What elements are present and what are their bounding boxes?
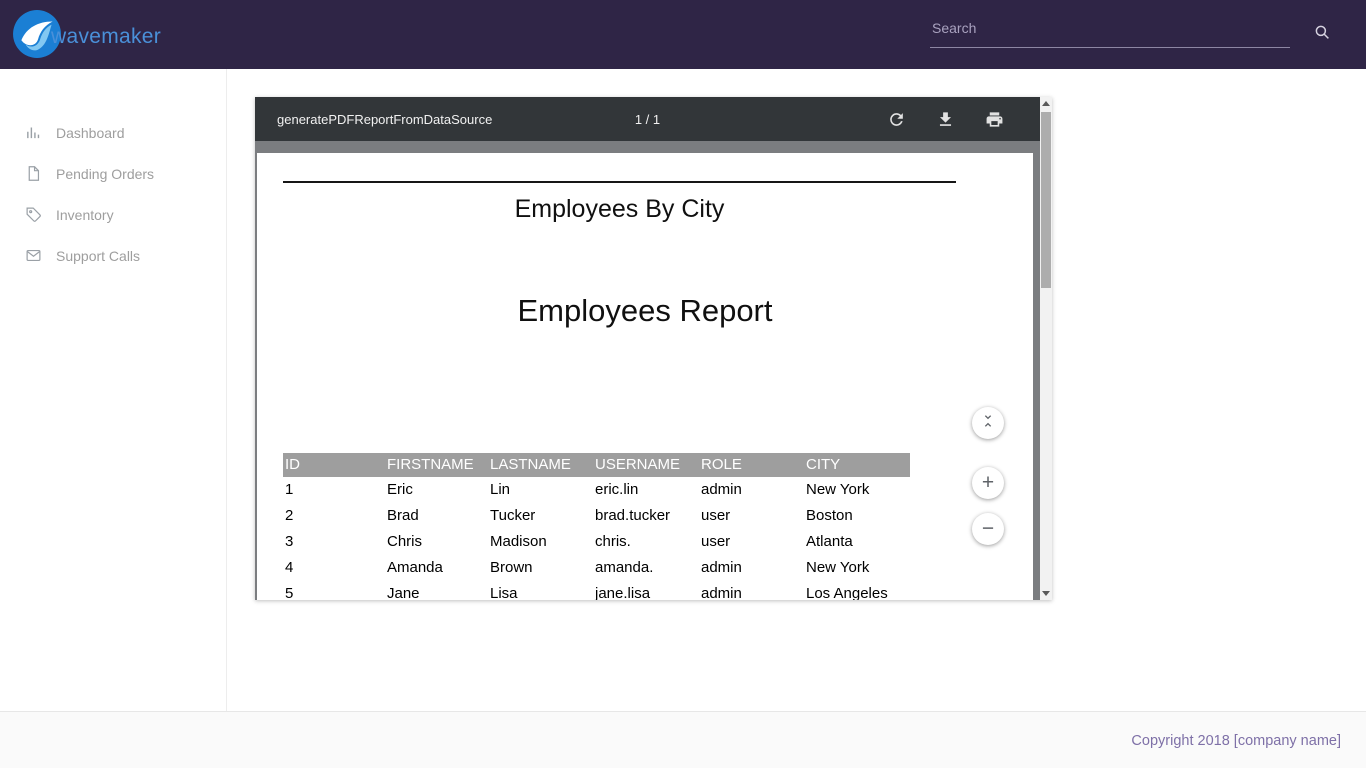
pdf-content-area: Employees By City Employees Report ID FI… (255, 141, 1040, 600)
tag-icon (25, 206, 42, 223)
app-window: wavemaker Dashboard (0, 0, 1366, 768)
sidebar-item-label: Inventory (56, 207, 114, 223)
fit-to-page-icon (980, 411, 996, 435)
document-icon (25, 165, 42, 182)
minus-icon: − (982, 517, 994, 541)
table-cell: Tucker (488, 503, 593, 529)
table-cell: Brad (385, 503, 488, 529)
table-cell: 3 (283, 529, 385, 555)
table-header-cell: ID (283, 453, 385, 477)
sidebar-menu: Dashboard Pending Orders Inventory (0, 112, 226, 276)
brand-name: wavemaker (51, 25, 161, 49)
search-field-wrap (930, 13, 1290, 48)
page-footer: Copyright 2018 [company name] (0, 711, 1366, 768)
pdf-toolbar-actions (887, 97, 1004, 141)
search-input[interactable] (930, 13, 1290, 48)
table-cell: user (699, 529, 804, 555)
table-header-cell: ROLE (699, 453, 804, 477)
sidebar-item-label: Pending Orders (56, 166, 154, 182)
sidebar-item-label: Support Calls (56, 248, 140, 264)
table-cell: admin (699, 477, 804, 503)
sidebar-item-dashboard[interactable]: Dashboard (0, 112, 226, 153)
zoom-out-button[interactable]: − (972, 513, 1004, 545)
table-header-cell: LASTNAME (488, 453, 593, 477)
pdf-page: Employees By City Employees Report ID FI… (257, 153, 1033, 600)
table-row: 3 Chris Madison chris. user Atlanta (283, 529, 910, 555)
table-cell: 4 (283, 555, 385, 581)
table-cell: brad.tucker (593, 503, 699, 529)
table-row: 5 Jane Lisa jane.lisa admin Los Angeles (283, 581, 910, 600)
table-row: 2 Brad Tucker brad.tucker user Boston (283, 503, 910, 529)
search-icon[interactable] (1313, 23, 1331, 41)
envelope-icon (25, 247, 42, 264)
top-header: wavemaker (0, 0, 1366, 69)
table-cell: eric.lin (593, 477, 699, 503)
copyright-text: Copyright 2018 [company name] (1131, 712, 1341, 768)
sidebar-item-support-calls[interactable]: Support Calls (0, 235, 226, 276)
table-header-cell: FIRSTNAME (385, 453, 488, 477)
bar-chart-icon (25, 124, 42, 141)
table-cell: Amanda (385, 555, 488, 581)
table-cell: New York (804, 477, 910, 503)
scrollbar-thumb[interactable] (1041, 112, 1051, 288)
table-cell: Jane (385, 581, 488, 600)
table-cell: Lisa (488, 581, 593, 600)
wavemaker-logo[interactable]: wavemaker (12, 9, 161, 64)
table-cell: 2 (283, 503, 385, 529)
table-cell: Los Angeles (804, 581, 910, 600)
table-cell: Boston (804, 503, 910, 529)
table-cell: Atlanta (804, 529, 910, 555)
table-cell: Eric (385, 477, 488, 503)
rotate-icon[interactable] (887, 110, 906, 129)
table-row: 4 Amanda Brown amanda. admin New York (283, 555, 910, 581)
sidebar-item-pending-orders[interactable]: Pending Orders (0, 153, 226, 194)
pdf-toolbar: generatePDFReportFromDataSource 1 / 1 (255, 97, 1040, 141)
table-cell: Madison (488, 529, 593, 555)
table-header-cell: USERNAME (593, 453, 699, 477)
pdf-title: generatePDFReportFromDataSource (255, 112, 492, 127)
table-header-row: ID FIRSTNAME LASTNAME USERNAME ROLE CITY (283, 453, 910, 477)
scroll-down-arrow-icon[interactable] (1040, 587, 1052, 600)
download-icon[interactable] (936, 110, 955, 129)
sidebar-item-inventory[interactable]: Inventory (0, 194, 226, 235)
print-icon[interactable] (985, 110, 1004, 129)
table-cell: Chris (385, 529, 488, 555)
table-header-cell: CITY (804, 453, 910, 477)
sidebar: Dashboard Pending Orders Inventory (0, 69, 227, 711)
table-cell: admin (699, 555, 804, 581)
table-cell: chris. (593, 529, 699, 555)
table-cell: admin (699, 581, 804, 600)
table-cell: Lin (488, 477, 593, 503)
table-cell: amanda. (593, 555, 699, 581)
table-cell: New York (804, 555, 910, 581)
scroll-up-arrow-icon[interactable] (1040, 97, 1052, 110)
table-cell: Brown (488, 555, 593, 581)
pdf-scrollbar[interactable] (1040, 97, 1052, 600)
table-cell: user (699, 503, 804, 529)
table-cell: 1 (283, 477, 385, 503)
table-cell: jane.lisa (593, 581, 699, 600)
sidebar-item-label: Dashboard (56, 125, 125, 141)
plus-icon: + (982, 471, 994, 495)
document-subheading: Employees Report (257, 293, 1033, 329)
horizontal-rule (283, 181, 956, 183)
document-heading: Employees By City (283, 195, 956, 224)
fit-to-page-button[interactable] (972, 407, 1004, 439)
pdf-viewer: generatePDFReportFromDataSource 1 / 1 (255, 97, 1052, 600)
zoom-in-button[interactable]: + (972, 467, 1004, 499)
employees-table: ID FIRSTNAME LASTNAME USERNAME ROLE CITY… (283, 453, 910, 600)
table-cell: 5 (283, 581, 385, 600)
table-row: 1 Eric Lin eric.lin admin New York (283, 477, 910, 503)
